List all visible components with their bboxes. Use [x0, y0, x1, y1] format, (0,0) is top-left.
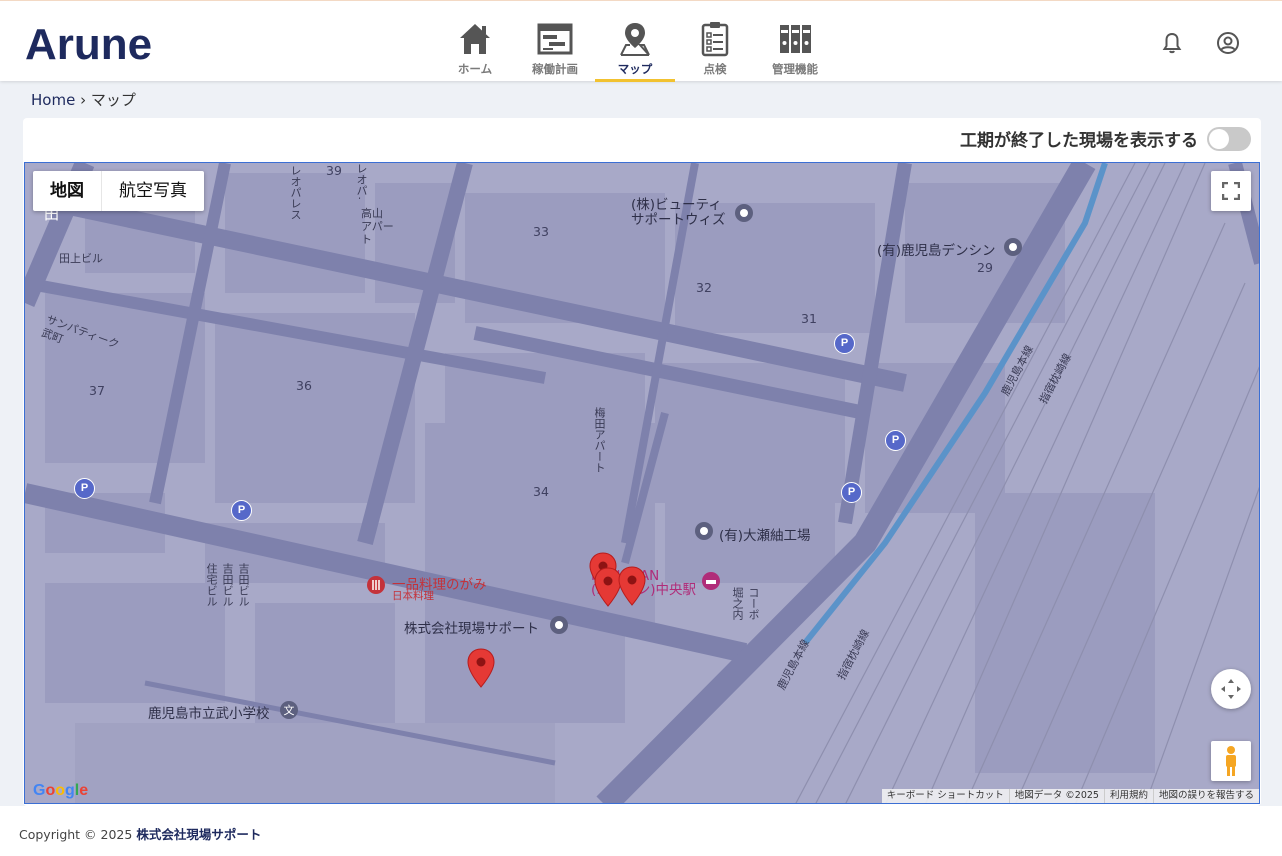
poi-marker-icon[interactable] — [694, 521, 714, 541]
label-leopalace-provan: レオパレス プロヴァン — [287, 165, 303, 219]
poi-marker-icon[interactable] — [549, 615, 569, 635]
terms-link[interactable]: 利用規約 — [1103, 789, 1153, 803]
copyright-text: Copyright © 2025 — [19, 827, 133, 842]
svg-text:文: 文 — [284, 703, 295, 717]
nav-inspection-label: 点検 — [703, 62, 727, 76]
svg-text:Arune: Arune — [25, 21, 151, 63]
breadcrumb-separator: › — [80, 91, 87, 109]
map-data-credit: 地図データ ©2025 — [1008, 789, 1104, 803]
label-36: 36 — [296, 378, 312, 393]
label-take-elementary: 鹿児島市立武小学校 — [148, 706, 270, 722]
map-attribution: キーボード ショートカット 地図データ ©2025 利用規約 地図の誤りを報告す… — [881, 789, 1259, 803]
bell-icon[interactable] — [1160, 31, 1184, 55]
label-37: 37 — [89, 383, 105, 398]
map-pin-icon — [620, 23, 650, 56]
nav-map[interactable]: マップ — [595, 1, 675, 82]
google-logo[interactable]: Google — [33, 782, 88, 800]
breadcrumb: Home › マップ — [31, 89, 136, 110]
home-icon — [460, 24, 490, 54]
label-corpo-horinouchi: コーポ 堀之内 — [731, 587, 760, 620]
label-takayama-apart: 高山 アパート — [361, 207, 394, 246]
breadcrumb-current: マップ — [90, 91, 136, 109]
parking-icon[interactable]: P — [841, 482, 862, 503]
arune-logo[interactable]: Arune — [25, 21, 151, 63]
nav-inspection[interactable]: 点検 — [675, 1, 755, 82]
main-nav: ホーム 稼働計画 マップ 点検 管理機能 — [435, 1, 835, 82]
nav-map-label: マップ — [617, 62, 653, 76]
show-finished-label: 工期が終了した現場を表示する — [960, 131, 1198, 151]
pegman-icon — [1226, 746, 1236, 776]
label-ippin-cuisine: 日本料理 — [392, 590, 434, 602]
footer-copyright: Copyright © 2025 株式会社現場サポート — [19, 824, 261, 843]
label-39: 39 — [326, 163, 342, 178]
footer: Copyright © 2025 株式会社現場サポート — [0, 806, 1282, 856]
label-33: 33 — [533, 224, 549, 239]
restaurant-icon[interactable] — [366, 575, 386, 595]
nav-home-label: ホーム — [457, 62, 493, 76]
show-finished-toggle-row: 工期が終了した現場を表示する — [960, 126, 1251, 151]
label-taue-bldg: 田上ビル — [59, 252, 103, 265]
map-type-control: 地図 航空写真 — [33, 171, 204, 211]
label-yoshida-bldg: 吉田ビル 吉田ビル 住宅ビル — [205, 563, 250, 607]
fullscreen-icon — [1222, 182, 1240, 200]
label-umeda-apart: 梅田アパート — [593, 407, 606, 473]
nav-schedule[interactable]: 稼働計画 — [515, 1, 595, 82]
top-header: Arune ホーム 稼働計画 マップ 点検 管理機能 — [0, 0, 1282, 82]
map-type-satellite-button[interactable]: 航空写真 — [102, 171, 204, 211]
label-29: 29 — [977, 260, 993, 275]
user-icon[interactable] — [1216, 31, 1240, 55]
nav-admin[interactable]: 管理機能 — [755, 1, 835, 82]
map-type-map-button[interactable]: 地図 — [33, 171, 102, 211]
label-genba-support: 株式会社現場サポート — [404, 621, 539, 637]
label-34: 34 — [533, 484, 549, 499]
clipboard-icon — [701, 22, 729, 57]
keyboard-shortcuts-link[interactable]: キーボード ショートカット — [882, 789, 1009, 803]
label-kagoshima-densin: (有)鹿児島デンシン — [877, 243, 996, 259]
site-pin-4[interactable] — [467, 648, 495, 688]
nav-schedule-label: 稼働計画 — [532, 62, 578, 76]
company-link[interactable]: 株式会社現場サポート — [136, 827, 261, 842]
parking-icon[interactable]: P — [74, 478, 95, 499]
poi-marker-icon[interactable] — [1003, 237, 1023, 257]
label-32: 32 — [696, 280, 712, 295]
parking-icon[interactable]: P — [231, 500, 252, 521]
poi-marker-icon[interactable] — [734, 203, 754, 223]
label-ohse-tsumugi: (有)大瀬紬工場 — [719, 528, 811, 544]
report-error-link[interactable]: 地図の誤りを報告する — [1152, 789, 1259, 803]
map-view[interactable]: 39 レオパレス プロヴァン レオパレス ベル 高山 アパート 柳田 田上ビル … — [24, 162, 1260, 804]
recenter-button[interactable] — [1211, 669, 1251, 709]
school-icon[interactable]: 文 — [279, 700, 299, 720]
fullscreen-button[interactable] — [1211, 171, 1251, 211]
label-beauty-support: (株)ビューティ サポートウィズ — [631, 197, 726, 228]
breadcrumb-home[interactable]: Home — [31, 91, 75, 109]
recenter-icon — [1221, 679, 1241, 699]
show-finished-toggle[interactable] — [1207, 126, 1251, 151]
binders-icon — [780, 25, 811, 53]
pegman-button[interactable] — [1211, 741, 1251, 781]
hotel-icon[interactable] — [701, 571, 721, 591]
parking-icon[interactable]: P — [885, 430, 906, 451]
label-leopalace-bell: レオパレス ベル — [353, 163, 369, 199]
nav-home[interactable]: ホーム — [435, 1, 515, 82]
label-31: 31 — [801, 311, 817, 326]
site-pin-3[interactable] — [618, 566, 646, 606]
schedule-icon — [537, 23, 573, 55]
parking-icon[interactable]: P — [834, 333, 855, 354]
nav-admin-label: 管理機能 — [772, 62, 818, 76]
